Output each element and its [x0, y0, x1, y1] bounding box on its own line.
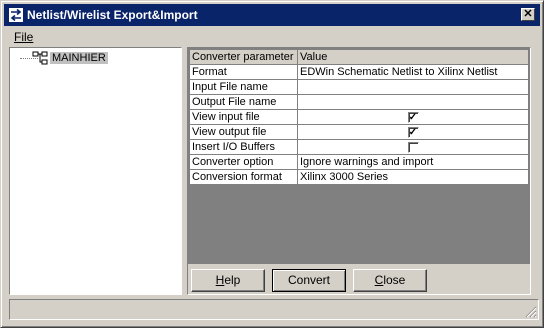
param-label: Format: [189, 64, 298, 80]
view-output-file-cell: ✓: [297, 124, 529, 140]
param-label: Conversion format: [189, 169, 298, 185]
parameter-grid: Converter parameter Value Format EDWin S…: [187, 47, 531, 295]
tree-item-mainhier[interactable]: MAINHIER: [50, 52, 108, 64]
help-button[interactable]: Help: [191, 269, 265, 292]
close-button[interactable]: Close: [353, 269, 427, 292]
output-file-name-field[interactable]: [297, 94, 529, 110]
table-row[interactable]: Insert I/O Buffers: [189, 139, 529, 155]
view-output-file-checkbox[interactable]: ✓: [407, 126, 419, 138]
resize-grip-icon[interactable]: [525, 306, 537, 318]
table-row[interactable]: View input file ✓: [189, 109, 529, 125]
close-button-label: Close: [374, 273, 406, 287]
param-label: Input File name: [189, 79, 298, 95]
table-row[interactable]: View output file ✓: [189, 124, 529, 140]
table-header-row: Converter parameter Value: [189, 49, 529, 65]
param-label: Converter option: [189, 154, 298, 170]
insert-io-buffers-checkbox[interactable]: [407, 141, 419, 153]
table-row[interactable]: Format EDWin Schematic Netlist to Xilinx…: [189, 64, 529, 80]
view-input-file-cell: ✓: [297, 109, 529, 125]
close-icon: ✕: [523, 8, 533, 20]
table-row[interactable]: Output File name: [189, 94, 529, 110]
menu-bar: File: [4, 28, 540, 46]
format-value[interactable]: EDWin Schematic Netlist to Xilinx Netlis…: [297, 64, 529, 80]
converter-option-value[interactable]: Ignore warnings and import: [297, 154, 529, 170]
window-title: Netlist/Wirelist Export&Import: [27, 8, 198, 22]
hierarchy-icon: [32, 51, 48, 65]
param-label: Output File name: [189, 94, 298, 110]
input-file-name-field[interactable]: [297, 79, 529, 95]
menu-file[interactable]: File: [14, 30, 33, 44]
conversion-format-value[interactable]: Xilinx 3000 Series: [297, 169, 529, 185]
main-window: Netlist/Wirelist Export&Import ✕ File MA…: [0, 0, 544, 328]
close-window-button[interactable]: ✕: [521, 8, 535, 21]
table-row[interactable]: Input File name: [189, 79, 529, 95]
param-label: Insert I/O Buffers: [189, 139, 298, 155]
convert-button-label: Convert: [287, 273, 331, 287]
view-input-file-checkbox[interactable]: ✓: [407, 111, 419, 123]
insert-io-buffers-cell: [297, 139, 529, 155]
button-bar: Help Convert Close: [188, 264, 530, 294]
column-header-parameter: Converter parameter: [189, 49, 298, 65]
status-bar: [9, 299, 539, 320]
help-button-label: Help: [215, 273, 241, 287]
table-row[interactable]: Converter option Ignore warnings and imp…: [189, 154, 529, 170]
table-row[interactable]: Conversion format Xilinx 3000 Series: [189, 169, 529, 185]
hierarchy-tree[interactable]: MAINHIER: [9, 47, 182, 295]
param-label: View output file: [189, 124, 298, 140]
swap-arrows-icon: [9, 8, 23, 22]
title-bar[interactable]: Netlist/Wirelist Export&Import ✕: [4, 4, 540, 26]
param-label: View input file: [189, 109, 298, 125]
column-header-value: Value: [297, 49, 529, 65]
parameter-table: Converter parameter Value Format EDWin S…: [189, 49, 529, 185]
convert-button[interactable]: Convert: [272, 269, 346, 292]
